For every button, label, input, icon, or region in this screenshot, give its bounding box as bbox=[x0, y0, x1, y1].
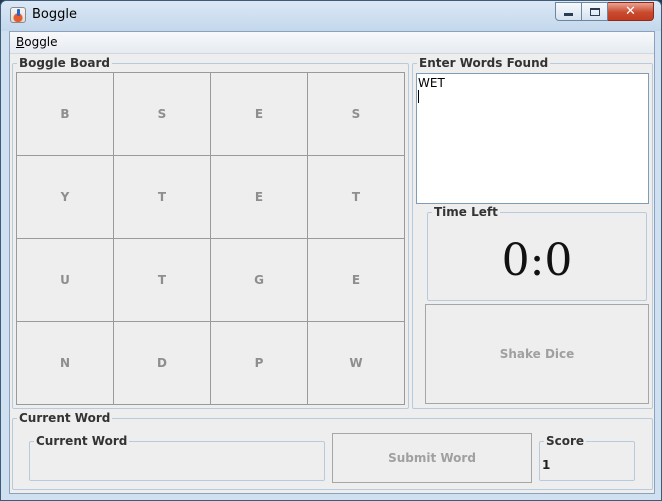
boggle-board-title: Boggle Board bbox=[17, 56, 112, 70]
submit-word-button[interactable]: Submit Word bbox=[332, 433, 532, 483]
menu-boggle-mnemonic: B bbox=[16, 35, 25, 49]
app-window: Boggle ✕ Boggle Boggle Board BSESYTETUTG… bbox=[0, 0, 662, 501]
minimize-button[interactable] bbox=[555, 2, 582, 21]
words-found-text: WET bbox=[418, 76, 445, 90]
menu-boggle[interactable]: Boggle bbox=[16, 35, 58, 49]
current-word-inner-title: Current Word bbox=[34, 434, 130, 448]
board-cell[interactable]: E bbox=[210, 72, 308, 156]
time-left-panel: Time Left 0:0 bbox=[427, 205, 647, 301]
boggle-board-grid: BSESYTETUTGENDPW bbox=[16, 72, 405, 405]
board-cell[interactable]: Y bbox=[16, 155, 114, 239]
score-value: 1 bbox=[542, 458, 551, 472]
shake-dice-button[interactable]: Shake Dice bbox=[425, 304, 649, 404]
minimize-icon bbox=[564, 13, 573, 16]
window-title: Boggle bbox=[32, 7, 77, 22]
board-cell[interactable]: U bbox=[16, 238, 114, 322]
board-cell[interactable]: E bbox=[210, 155, 308, 239]
board-cell[interactable]: E bbox=[307, 238, 405, 322]
board-cell[interactable]: S bbox=[307, 72, 405, 156]
words-found-title: Enter Words Found bbox=[417, 56, 551, 70]
maximize-button[interactable] bbox=[582, 2, 608, 21]
current-word-field: Current Word bbox=[29, 434, 325, 481]
board-cell[interactable]: S bbox=[113, 72, 211, 156]
submit-word-label: Submit Word bbox=[388, 451, 476, 465]
time-left-title: Time Left bbox=[432, 205, 500, 219]
menu-boggle-label: oggle bbox=[24, 35, 58, 49]
board-cell[interactable]: T bbox=[307, 155, 405, 239]
current-word-outer-title: Current Word bbox=[17, 411, 113, 425]
board-cell[interactable]: G bbox=[210, 238, 308, 322]
maximize-icon bbox=[589, 7, 600, 16]
close-button[interactable]: ✕ bbox=[608, 2, 654, 21]
menu-bar: Boggle bbox=[10, 32, 654, 54]
java-app-icon bbox=[10, 7, 26, 23]
content-pane: Boggle Boggle Board BSESYTETUTGENDPW Ent… bbox=[9, 31, 655, 494]
shake-dice-label: Shake Dice bbox=[499, 347, 575, 361]
board-cell[interactable]: T bbox=[113, 238, 211, 322]
text-caret bbox=[418, 90, 419, 103]
title-bar[interactable]: Boggle ✕ bbox=[1, 1, 661, 31]
board-cell[interactable]: D bbox=[113, 321, 211, 405]
board-cell[interactable]: T bbox=[113, 155, 211, 239]
close-icon: ✕ bbox=[625, 4, 636, 19]
board-cell[interactable]: P bbox=[210, 321, 308, 405]
words-found-textarea[interactable]: WET bbox=[416, 73, 649, 204]
time-left-value: 0:0 bbox=[501, 235, 573, 286]
score-title: Score bbox=[544, 434, 587, 448]
board-cell[interactable]: W bbox=[307, 321, 405, 405]
board-cell[interactable]: N bbox=[16, 321, 114, 405]
score-panel: Score 1 bbox=[539, 434, 635, 481]
board-cell[interactable]: B bbox=[16, 72, 114, 156]
window-controls: ✕ bbox=[555, 2, 654, 21]
